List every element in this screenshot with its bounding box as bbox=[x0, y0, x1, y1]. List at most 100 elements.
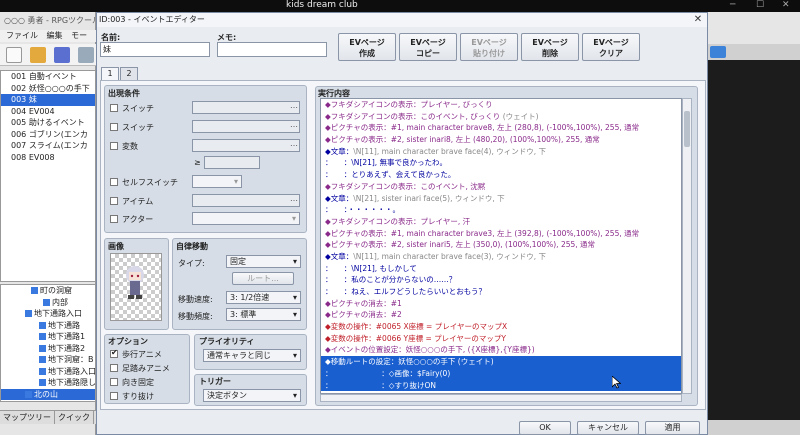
apply-button[interactable]: 適用 bbox=[645, 421, 700, 435]
actor-checkbox[interactable] bbox=[110, 215, 118, 223]
stepping-anim-checkbox[interactable] bbox=[110, 364, 118, 372]
walking-anim-checkbox[interactable] bbox=[110, 348, 118, 358]
name-field[interactable]: 妹 bbox=[100, 42, 210, 57]
variable-value-stepper[interactable] bbox=[204, 156, 260, 169]
type-select[interactable]: 固定 bbox=[226, 255, 301, 268]
direction-fix-label: 向き固定 bbox=[122, 378, 154, 387]
create-page-button[interactable]: EVページ 作成 bbox=[338, 33, 396, 61]
map-icon bbox=[25, 390, 32, 398]
close-window-icon[interactable]: ✕ bbox=[782, 0, 790, 10]
menu-edit[interactable]: 編集 bbox=[47, 31, 63, 40]
command-row[interactable]: ： ：◇すり抜けON bbox=[321, 379, 681, 392]
command-row[interactable]: ◆ピクチャの消去：#2 bbox=[321, 309, 681, 321]
command-row[interactable]: ： ：\N[21], 無事で良かったわ。 bbox=[321, 157, 681, 169]
paste-page-button[interactable]: EVページ 貼り付け bbox=[460, 33, 518, 61]
vertical-scrollbar[interactable] bbox=[682, 98, 692, 394]
minimize-icon[interactable]: ─ bbox=[730, 0, 735, 10]
horizontal-scrollbar[interactable] bbox=[320, 394, 682, 402]
command-row[interactable]: ◆文章：\N[11], main character brave face(3)… bbox=[321, 251, 681, 263]
switch1-checkbox[interactable] bbox=[110, 104, 118, 112]
command-row[interactable]: ◆ピクチャの表示：#1, main character brave3, 左上 (… bbox=[321, 228, 681, 240]
switch2-select[interactable] bbox=[192, 120, 300, 133]
command-row[interactable]: ： ：・・・・・・。 bbox=[321, 204, 681, 216]
list-item[interactable]: 001 自動イベント bbox=[1, 71, 95, 83]
tab-map-tree[interactable]: マップツリー bbox=[0, 411, 55, 424]
command-row[interactable]: ： ：私のことが分からないの……？ bbox=[321, 274, 681, 286]
command-row[interactable]: ◆変数の操作：#0065 X座標 = プレイヤーのマップX bbox=[321, 321, 681, 333]
command-row[interactable]: ◆イベントの位置設定：妖怪○○○の手下, ({X座標},{Y座標}) bbox=[321, 344, 681, 356]
frequency-select[interactable]: 3: 標準 bbox=[226, 308, 301, 321]
list-item[interactable]: 004 EV004 bbox=[1, 106, 95, 118]
map-tree[interactable]: 町の洞窟 内部 地下通路入口 地下通路 地下通路1 地下通路2 地下洞窟：B 地… bbox=[0, 284, 96, 402]
menu-mode[interactable]: モー bbox=[71, 31, 87, 40]
command-row[interactable]: ： ：とりあえず、会えて良かった。 bbox=[321, 169, 681, 181]
variable-select[interactable] bbox=[192, 139, 300, 152]
list-item[interactable]: 005 助けるイベント bbox=[1, 117, 95, 129]
variable-checkbox[interactable] bbox=[110, 142, 118, 150]
delete-page-button[interactable]: EVページ 削除 bbox=[521, 33, 579, 61]
menu-file[interactable]: ファイル bbox=[6, 31, 38, 40]
cancel-button[interactable]: キャンセル bbox=[577, 421, 639, 435]
command-row[interactable]: ◆フキダシアイコンの表示：このイベント, 沈黙 bbox=[321, 181, 681, 193]
route-button[interactable]: ルート... bbox=[232, 272, 294, 285]
tree-item-selected[interactable]: 北の山 bbox=[1, 388, 95, 400]
command-row[interactable]: ◆ピクチャの表示：#1, main character brave8, 左上 (… bbox=[321, 122, 681, 134]
command-row[interactable]: ◆フキダシアイコンの表示：プレイヤー, 汗 bbox=[321, 216, 681, 228]
priority-select[interactable]: 通常キャラと同じ bbox=[203, 349, 301, 362]
new-project-icon[interactable] bbox=[6, 47, 22, 63]
list-item[interactable]: 008 EV008 bbox=[1, 152, 95, 164]
command-row[interactable]: ◆文章：\N[11], main character brave face(4)… bbox=[321, 146, 681, 158]
close-icon[interactable]: ✕ bbox=[690, 13, 706, 27]
tab-page-2[interactable]: 2 bbox=[120, 67, 138, 81]
tab-page-1[interactable]: 1 bbox=[101, 67, 119, 81]
command-row[interactable]: ： ：\N[21], もしかして bbox=[321, 263, 681, 275]
actor-select[interactable] bbox=[192, 212, 300, 225]
tree-item[interactable]: 地下通路隠し bbox=[1, 377, 95, 389]
tree-item[interactable]: 地下通路入口 bbox=[1, 308, 95, 320]
tree-item[interactable]: 地下洞窟：B bbox=[1, 354, 95, 366]
maximize-icon[interactable]: ☐ bbox=[756, 0, 764, 10]
command-row[interactable]: ◆ピクチャの表示：#2, sister inari8, 左上 (480,20),… bbox=[321, 134, 681, 146]
command-row[interactable]: ◆移動ルートの設定：妖怪○○○の手下 (ウェイト) bbox=[321, 356, 681, 368]
tree-item[interactable]: 地下通路入口 bbox=[1, 366, 95, 378]
memo-field[interactable] bbox=[217, 42, 327, 57]
list-item[interactable]: 006 ゴブリン(エンカ bbox=[1, 129, 95, 141]
command-row[interactable]: ： ：ねえ、エルフどうしたらいいとおもう？ bbox=[321, 286, 681, 298]
tree-item[interactable]: 内部 bbox=[1, 297, 95, 309]
command-row[interactable]: ◆ピクチャの消去：#1 bbox=[321, 298, 681, 310]
save-project-icon[interactable] bbox=[54, 47, 70, 63]
item-select[interactable] bbox=[192, 194, 300, 207]
command-row[interactable]: ： ：◇画像：$Fairy(0) bbox=[321, 367, 681, 380]
tree-item[interactable]: 地下通路1 bbox=[1, 331, 95, 343]
item-checkbox[interactable] bbox=[110, 197, 118, 205]
list-item[interactable]: 002 妖怪○○○の手下 bbox=[1, 83, 95, 95]
self-switch-select[interactable] bbox=[192, 175, 242, 188]
command-row[interactable]: ◆変数の操作：#0066 Y座標 = プレイヤーのマップY bbox=[321, 333, 681, 345]
direction-fix-checkbox[interactable] bbox=[110, 378, 118, 386]
list-item[interactable]: 003 妹 bbox=[1, 94, 95, 106]
event-list[interactable]: 001 自動イベント 002 妖怪○○○の手下 003 妹 004 EV004 … bbox=[0, 70, 96, 282]
switch1-select[interactable] bbox=[192, 101, 300, 114]
ok-button[interactable]: OK bbox=[519, 421, 571, 435]
cut-icon[interactable] bbox=[78, 47, 94, 63]
play-icon[interactable] bbox=[710, 46, 726, 58]
scroll-thumb[interactable] bbox=[684, 111, 690, 147]
clear-page-button[interactable]: EVページ クリア bbox=[582, 33, 640, 61]
tab-quick[interactable]: クイック bbox=[55, 411, 94, 424]
through-checkbox[interactable] bbox=[110, 392, 118, 400]
self-switch-checkbox[interactable] bbox=[110, 178, 118, 186]
command-row[interactable]: ◆ピクチャの表示：#2, sister inari5, 左上 (350,0), … bbox=[321, 239, 681, 251]
tree-item[interactable]: 地下通路2 bbox=[1, 343, 95, 355]
speed-select[interactable]: 3: 1/2倍速 bbox=[226, 291, 301, 304]
command-list[interactable]: ◆フキダシアイコンの表示：プレイヤー, びっくり ◆フキダシアイコンの表示：このイ… bbox=[320, 98, 682, 394]
command-row[interactable]: ◆フキダシアイコンの表示：このイベント, びっくり (ウェイト) bbox=[321, 111, 681, 123]
trigger-select[interactable]: 決定ボタン bbox=[203, 389, 301, 402]
open-project-icon[interactable] bbox=[30, 47, 46, 63]
command-row[interactable]: ◆フキダシアイコンの表示：プレイヤー, びっくり bbox=[321, 99, 681, 111]
tree-item[interactable]: 町の洞窟 bbox=[1, 285, 95, 297]
command-row[interactable]: ◆文章：\N[21], sister inari face(5), ウィンドウ,… bbox=[321, 193, 681, 205]
switch2-checkbox[interactable] bbox=[110, 123, 118, 131]
tree-item[interactable]: 地下通路 bbox=[1, 320, 95, 332]
list-item[interactable]: 007 スライム(エンカ bbox=[1, 140, 95, 152]
copy-page-button[interactable]: EVページ コピー bbox=[399, 33, 457, 61]
